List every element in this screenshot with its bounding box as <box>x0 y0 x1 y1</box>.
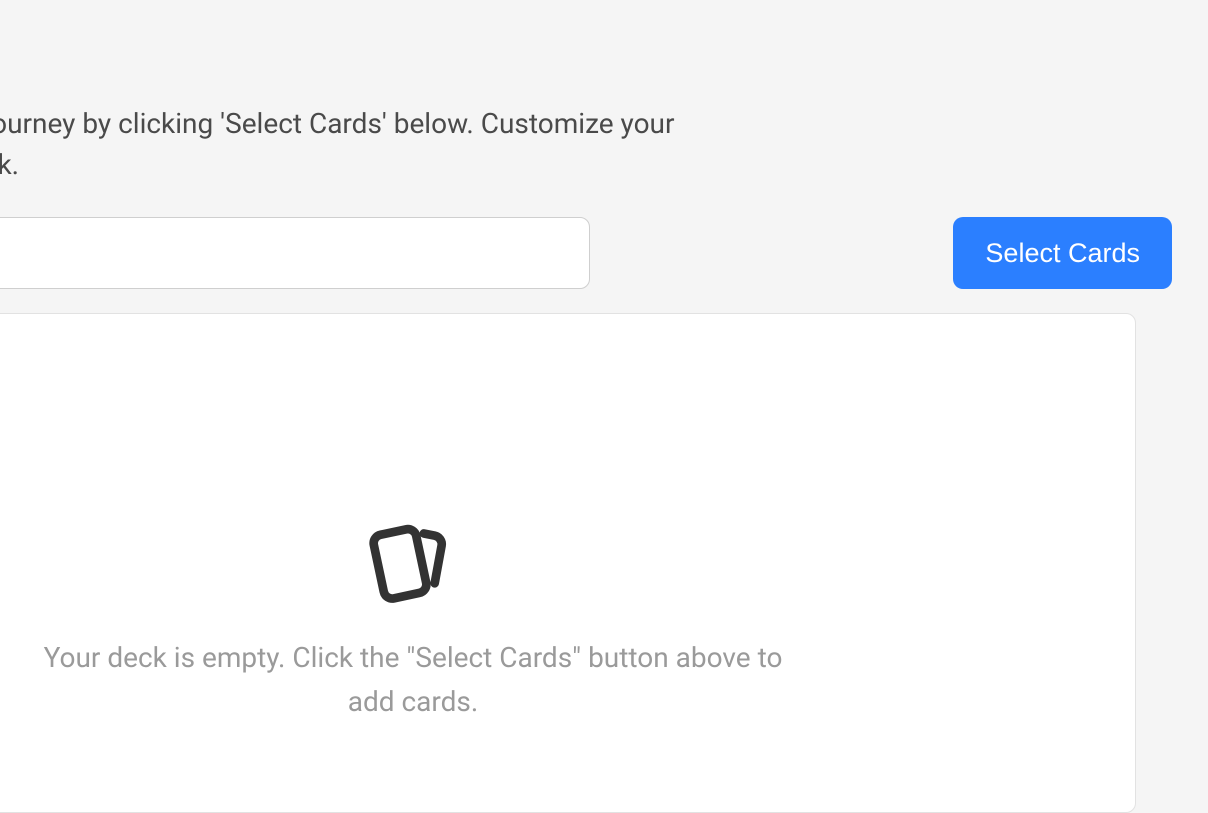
controls-row: Select Cards <box>0 217 1172 289</box>
cards-icon <box>361 514 465 618</box>
select-cards-button[interactable]: Select Cards <box>953 217 1172 289</box>
deck-panel: Your deck is empty. Click the "Select Ca… <box>0 313 1136 813</box>
empty-deck-message: Your deck is empty. Click the "Select Ca… <box>33 636 793 723</box>
page-title: er Tool <box>0 28 1172 96</box>
subtitle-line-1: dream deck? Start your journey by clicki… <box>0 107 674 140</box>
spacer <box>610 217 933 289</box>
page-subtitle: dream deck? Start your journey by clicki… <box>0 104 1172 185</box>
subtitle-line-2: 0 powerful cards per deck. <box>0 148 19 181</box>
deck-name-input[interactable] <box>0 217 590 289</box>
